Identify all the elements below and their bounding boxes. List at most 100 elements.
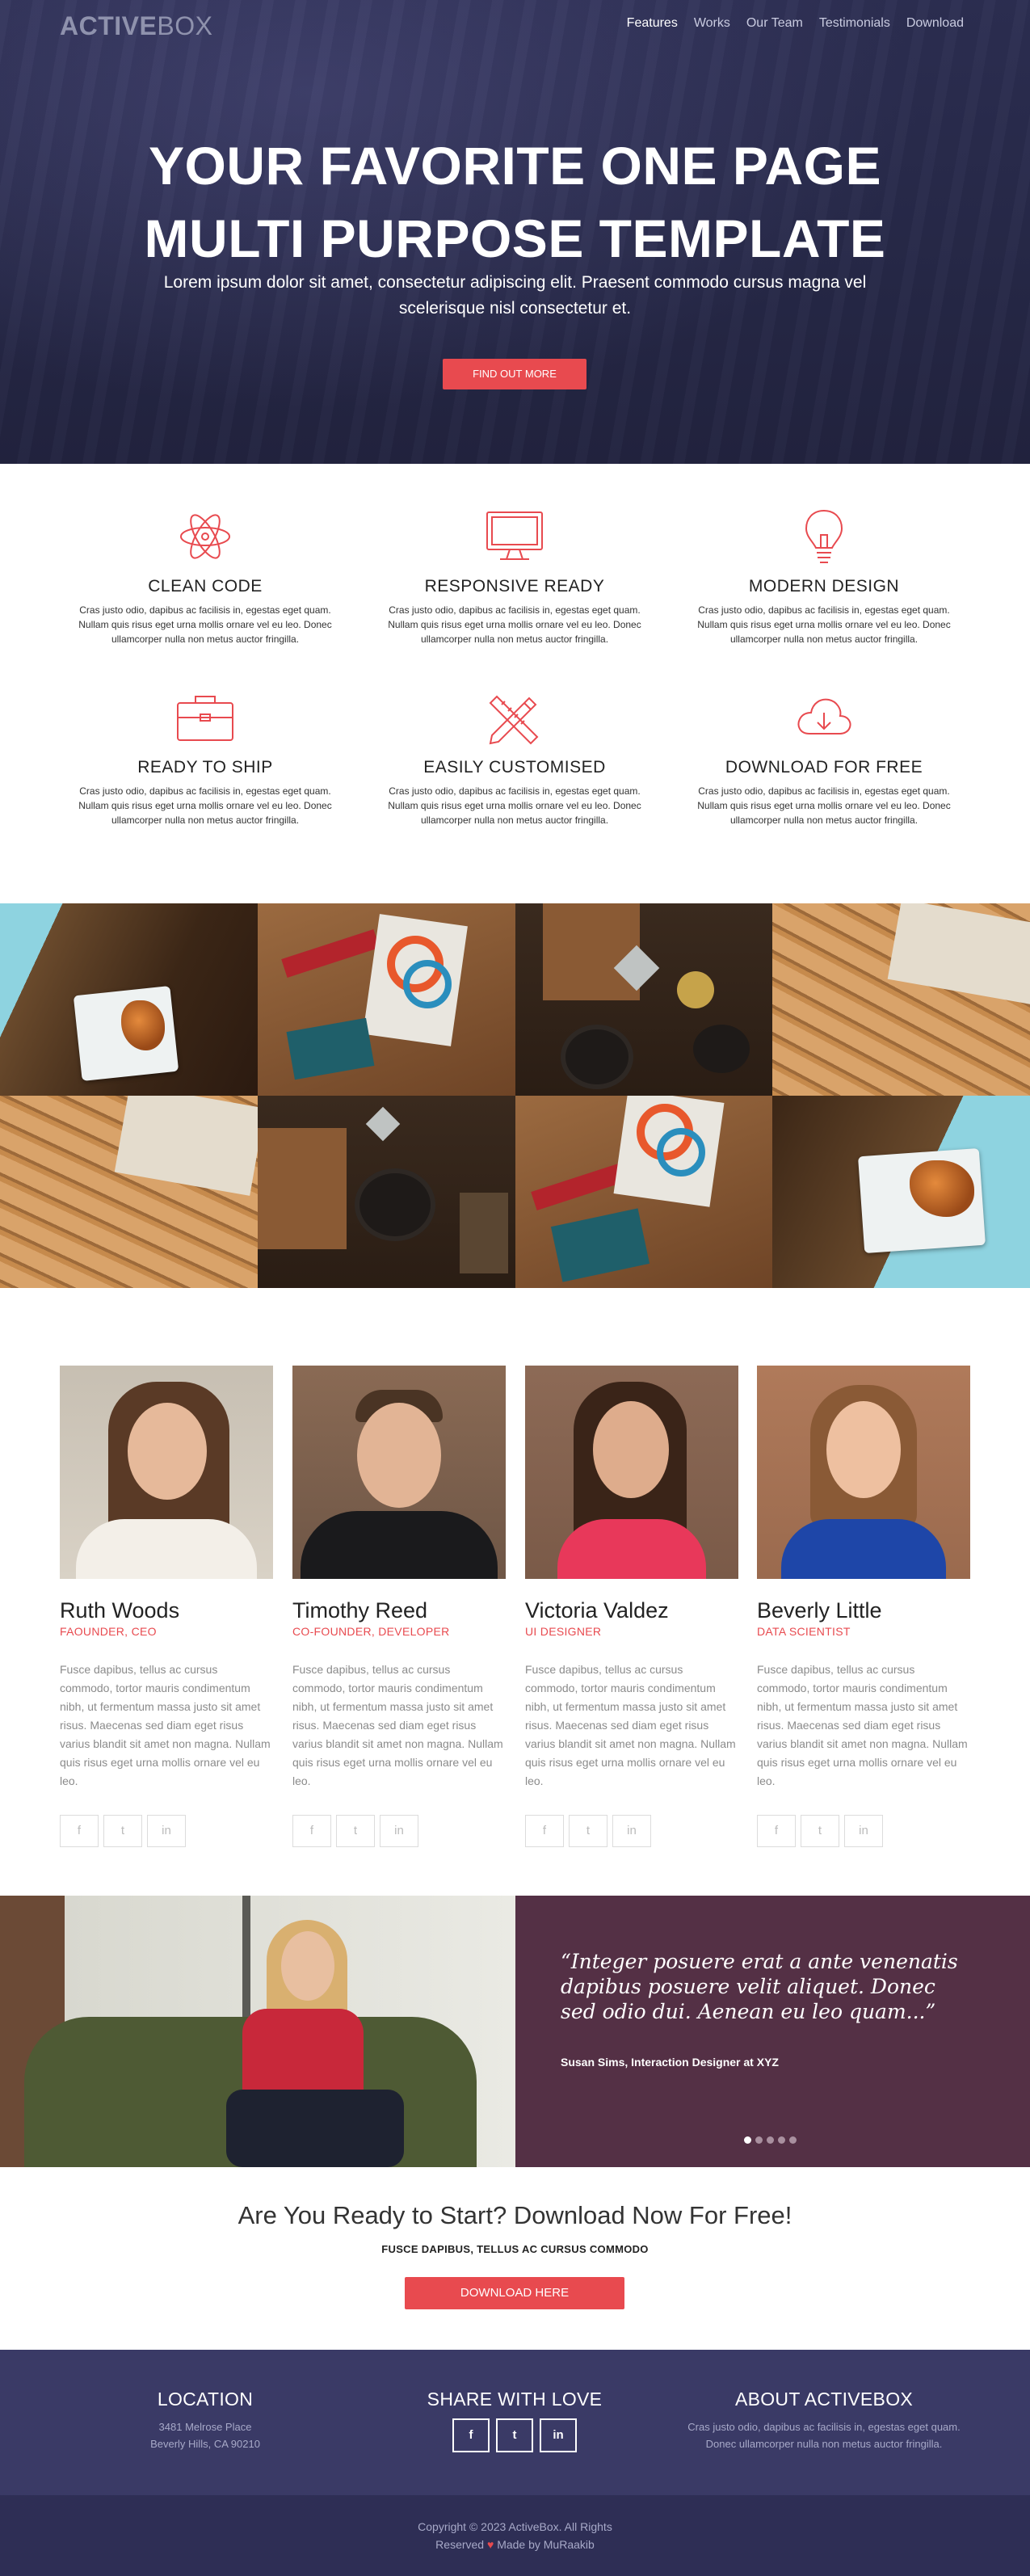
gallery-item-pencils-mockup[interactable]	[772, 903, 1030, 1096]
footer-about-line-2: Donec ullamcorper nulla non metus auctor…	[705, 2438, 943, 2450]
slider-dot-1[interactable]	[744, 2136, 751, 2144]
feature-text: Cras justo odio, dapibus ac facilisis in…	[697, 785, 951, 826]
footer-address-line-2: Beverly Hills, CA 90210	[150, 2438, 260, 2450]
testimonial-photo	[0, 1896, 515, 2167]
testimonial-author: Susan Sims, Interaction Designer at XYZ	[561, 2056, 779, 2069]
footer-address: 3481 Melrose Place Beverly Hills, CA 902…	[84, 2418, 326, 2452]
feature-text: Cras justo odio, dapibus ac facilisis in…	[388, 604, 641, 645]
hero-subtitle: Lorem ipsum dolor sit amet, consectetur …	[163, 273, 867, 318]
facebook-icon[interactable]: f	[525, 1815, 564, 1847]
feature-title: DOWNLOAD FOR FREE	[725, 758, 923, 777]
top-nav: ACTIVEBOX Features Works Our Team Testim…	[0, 0, 1030, 48]
feature-modern-design: MODERN DESIGN Cras justo odio, dapibus a…	[680, 504, 968, 646]
hero-title-line-1: YOUR FAVORITE ONE PAGE	[149, 136, 881, 196]
nav-item-works[interactable]: Works	[694, 16, 730, 31]
facebook-icon[interactable]: f	[452, 2418, 490, 2452]
footer-about: ABOUT ACTIVEBOX Cras justo odio, dapibus…	[662, 2389, 986, 2452]
gallery-item-cutting-board[interactable]	[257, 1096, 515, 1288]
footer-location-title: LOCATION	[157, 2389, 254, 2410]
find-out-more-button[interactable]: FIND OUT MORE	[443, 359, 586, 389]
team-section: Ruth Woods FAOUNDER, CEO Fusce dapibus, …	[0, 1288, 1030, 1896]
slider-dot-5[interactable]	[789, 2136, 797, 2144]
team-member-card: Victoria Valdez UI DESIGNER Fusce dapibu…	[525, 1366, 738, 1847]
member-role: UI DESIGNER	[525, 1625, 602, 1638]
works-gallery	[0, 903, 1030, 1288]
member-role: DATA SCIENTIST	[757, 1625, 851, 1638]
footer-about-line-1: Cras justo odio, dapibus ac facilisis in…	[687, 2421, 961, 2433]
cta-subtitle: FUSCE DAPIBUS, TELLUS AC CURSUS COMMODO	[381, 2243, 649, 2255]
nav-item-features[interactable]: Features	[627, 16, 678, 31]
nav-item-our-team[interactable]: Our Team	[746, 16, 803, 31]
logo-bold-text: ACTIVE	[60, 11, 158, 40]
footer-location: LOCATION 3481 Melrose Place Beverly Hill…	[84, 2389, 326, 2452]
feature-title: MODERN DESIGN	[748, 577, 900, 596]
member-socials: f t in	[757, 1815, 970, 1847]
facebook-icon[interactable]: f	[60, 1815, 99, 1847]
slider-dot-2[interactable]	[755, 2136, 763, 2144]
atom-icon	[180, 514, 230, 559]
linkedin-icon[interactable]: in	[612, 1815, 651, 1847]
download-here-button[interactable]: DOWNLOAD HERE	[405, 2277, 624, 2309]
lightbulb-icon	[805, 509, 843, 563]
twitter-icon[interactable]: t	[336, 1815, 375, 1847]
gallery-item-print-design[interactable]	[257, 903, 515, 1096]
slider-dot-4[interactable]	[778, 2136, 785, 2144]
copyright-line-1: Copyright © 2023 ActiveBox. All Rights	[418, 2520, 612, 2533]
footer-share-title: SHARE WITH LOVE	[427, 2389, 603, 2410]
feature-easily-customised: EASILY CUSTOMISED Cras justo odio, dapib…	[371, 685, 658, 827]
nav-item-download[interactable]: Download	[906, 16, 964, 31]
testimonial-section: “Integer posuere erat a ante venenatis d…	[0, 1896, 1030, 2167]
linkedin-icon[interactable]: in	[380, 1815, 418, 1847]
twitter-icon[interactable]: t	[496, 2418, 533, 2452]
feature-download-for-free: DOWNLOAD FOR FREE Cras justo odio, dapib…	[680, 685, 968, 827]
member-bio: Fusce dapibus, tellus ac cursus commodo,…	[757, 1663, 968, 1787]
logo[interactable]: ACTIVEBOX	[60, 11, 212, 41]
footer-about-title: ABOUT ACTIVEBOX	[734, 2389, 914, 2410]
twitter-icon[interactable]: t	[569, 1815, 607, 1847]
member-bio: Fusce dapibus, tellus ac cursus commodo,…	[525, 1663, 736, 1787]
team-member-card: Timothy Reed CO-FOUNDER, DEVELOPER Fusce…	[292, 1366, 506, 1847]
gallery-item-cutting-board[interactable]	[515, 903, 773, 1096]
feature-title: READY TO SHIP	[137, 758, 273, 777]
briefcase-icon	[177, 696, 233, 741]
slider-dot-3[interactable]	[767, 2136, 774, 2144]
gallery-item-print-design[interactable]	[515, 1096, 773, 1288]
facebook-icon[interactable]: f	[757, 1815, 796, 1847]
pencil-ruler-icon	[489, 695, 539, 745]
footer-about-text: Cras justo odio, dapibus ac facilisis in…	[662, 2418, 986, 2452]
member-name: Timothy Reed	[292, 1598, 428, 1623]
linkedin-icon[interactable]: in	[540, 2418, 577, 2452]
cloud-download-icon	[797, 698, 851, 734]
member-role: FAOUNDER, CEO	[60, 1625, 157, 1638]
nav-item-testimonials[interactable]: Testimonials	[819, 16, 890, 31]
linkedin-icon[interactable]: in	[844, 1815, 883, 1847]
member-photo	[525, 1366, 738, 1579]
hero-title-line-2: MULTI PURPOSE TEMPLATE	[144, 208, 886, 268]
member-name: Ruth Woods	[60, 1598, 180, 1623]
twitter-icon[interactable]: t	[801, 1815, 839, 1847]
copyright-reserved: Reserved	[435, 2538, 485, 2551]
gallery-item-food-plate[interactable]	[0, 903, 258, 1096]
feature-title: CLEAN CODE	[148, 577, 263, 596]
copyright-made-by: Made by MuRaakib	[497, 2538, 595, 2551]
twitter-icon[interactable]: t	[103, 1815, 142, 1847]
footer-socials: f t in	[393, 2418, 636, 2452]
footer-address-line-1: 3481 Melrose Place	[158, 2421, 252, 2433]
member-name: Beverly Little	[757, 1598, 882, 1623]
hero-section: ACTIVEBOX Features Works Our Team Testim…	[0, 0, 1030, 464]
facebook-icon[interactable]: f	[292, 1815, 331, 1847]
gallery-item-food-plate[interactable]	[772, 1096, 1030, 1288]
gallery-item-pencils-mockup[interactable]	[0, 1096, 258, 1288]
member-socials: f t in	[525, 1815, 738, 1847]
nav-menu: Features Works Our Team Testimonials Dow…	[627, 16, 964, 31]
member-bio: Fusce dapibus, tellus ac cursus commodo,…	[292, 1663, 503, 1787]
member-bio: Fusce dapibus, tellus ac cursus commodo,…	[60, 1663, 271, 1787]
team-member-card: Beverly Little DATA SCIENTIST Fusce dapi…	[757, 1366, 970, 1847]
features-section: CLEAN CODE Cras justo odio, dapibus ac f…	[0, 464, 1030, 903]
slider-dots	[744, 2136, 797, 2144]
logo-light-text: BOX	[157, 11, 213, 40]
linkedin-icon[interactable]: in	[147, 1815, 186, 1847]
feature-text: Cras justo odio, dapibus ac facilisis in…	[697, 604, 951, 645]
member-socials: f t in	[60, 1815, 273, 1847]
team-member-card: Ruth Woods FAOUNDER, CEO Fusce dapibus, …	[60, 1366, 273, 1847]
